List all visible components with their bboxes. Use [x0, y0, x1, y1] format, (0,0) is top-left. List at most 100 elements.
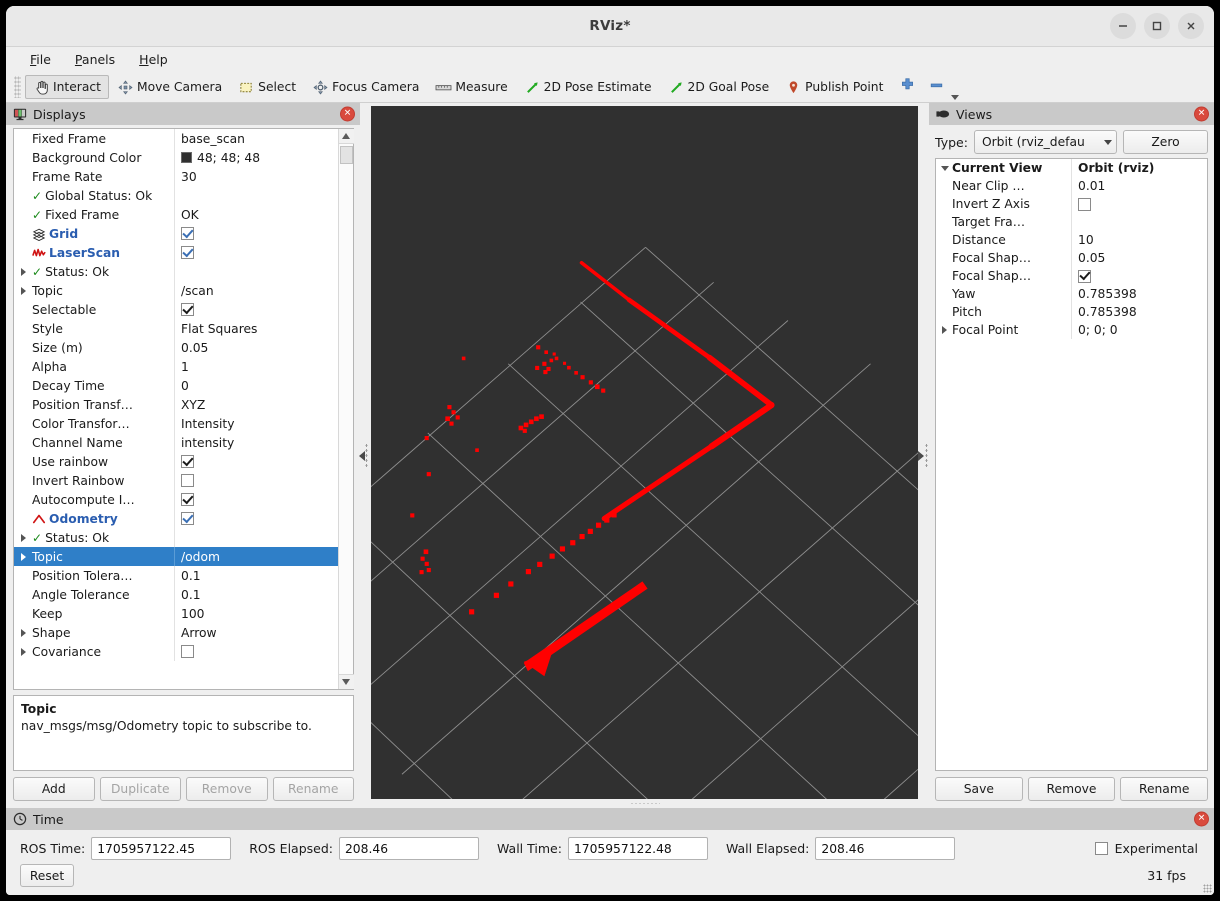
experimental-toggle[interactable]: Experimental [1094, 841, 1198, 856]
display-property-row[interactable]: Grid [14, 224, 338, 243]
display-property-row[interactable]: Use rainbow [14, 452, 338, 471]
display-property-row[interactable]: Angle Tolerance 0.1 [14, 585, 338, 604]
toolbar-grip[interactable] [14, 76, 21, 98]
expand-icon[interactable] [18, 552, 29, 561]
row-checkbox[interactable] [181, 455, 194, 468]
reset-button[interactable]: Reset [20, 864, 74, 887]
menu-help[interactable]: Help [129, 50, 178, 69]
tool-2d-goal-pose[interactable]: 2D Goal Pose [660, 75, 778, 99]
view-type-combobox[interactable]: Orbit (rviz_defau [973, 130, 1117, 154]
row-checkbox[interactable] [1078, 197, 1091, 211]
views-close-icon[interactable]: ✕ [1194, 106, 1209, 122]
view-property-row[interactable]: Focal Point 0; 0; 0 [936, 321, 1207, 339]
view-property-row[interactable]: Focal Shap… [936, 267, 1207, 285]
display-property-row[interactable]: ✓ Global Status: Ok [14, 186, 338, 205]
toolbar-overflow-icon[interactable] [951, 95, 959, 100]
row-checkbox[interactable] [1078, 269, 1091, 283]
display-property-row[interactable]: Keep 100 [14, 604, 338, 623]
scroll-track[interactable] [339, 144, 354, 674]
zero-button[interactable]: Zero [1123, 130, 1208, 154]
displays-scrollbar[interactable] [338, 129, 354, 689]
expand-icon[interactable] [18, 267, 29, 276]
displays-close-icon[interactable]: ✕ [340, 106, 355, 122]
minimize-button[interactable] [1110, 13, 1136, 39]
view-property-row[interactable]: Pitch 0.785398 [936, 303, 1207, 321]
viewport-resize-grip[interactable] [371, 799, 918, 808]
remove-tool-icon[interactable] [928, 77, 945, 97]
display-property-row[interactable]: Size (m) 0.05 [14, 338, 338, 357]
add-tool-icon[interactable] [899, 77, 916, 97]
tool-2d-pose-estimate[interactable]: 2D Pose Estimate [516, 75, 660, 99]
tool-measure[interactable]: Measure [427, 75, 515, 99]
left-splitter[interactable] [358, 103, 371, 808]
wall-elapsed-input[interactable]: 208.46 [815, 837, 956, 860]
ros-time-input[interactable]: 1705957122.45 [91, 837, 232, 860]
display-property-row[interactable]: LaserScan [14, 243, 338, 262]
time-close-icon[interactable]: ✕ [1194, 811, 1209, 827]
display-property-row[interactable]: Topic/scan [14, 281, 338, 300]
3d-render-view[interactable] [371, 106, 918, 799]
display-property-row[interactable]: ✓ Status: Ok [14, 528, 338, 547]
view-property-row[interactable]: Current View Orbit (rviz) [936, 159, 1207, 177]
experimental-checkbox[interactable] [1094, 842, 1108, 855]
view-property-row[interactable]: Distance 10 [936, 231, 1207, 249]
render-canvas[interactable] [371, 106, 918, 799]
ros-elapsed-input[interactable]: 208.46 [338, 837, 479, 860]
right-splitter[interactable] [917, 103, 929, 808]
display-property-row[interactable]: Odometry [14, 509, 338, 528]
close-button[interactable] [1178, 13, 1204, 39]
tool-focus-camera[interactable]: Focus Camera [304, 75, 427, 99]
display-property-row[interactable]: Selectable [14, 300, 338, 319]
view-property-row[interactable]: Target Fra… [936, 213, 1207, 231]
views-tree[interactable]: Current View Orbit (rviz) Near Clip … 0.01 I… [935, 158, 1208, 771]
view-property-row[interactable]: Near Clip … 0.01 [936, 177, 1207, 195]
display-property-row[interactable]: Position Transf… XYZ [14, 395, 338, 414]
tool-publish-point[interactable]: Publish Point [777, 75, 891, 99]
tool-move-camera[interactable]: Move Camera [109, 75, 230, 99]
display-property-row[interactable]: Autocompute I… [14, 490, 338, 509]
scroll-thumb[interactable] [339, 146, 353, 164]
display-property-row[interactable]: Covariance [14, 642, 338, 661]
display-property-row[interactable]: Topic/odom [14, 547, 338, 566]
expand-icon[interactable] [18, 647, 29, 656]
display-property-row[interactable]: Decay Time 0 [14, 376, 338, 395]
tool-select[interactable]: Select [230, 75, 304, 99]
display-property-row[interactable]: Channel Name intensity [14, 433, 338, 452]
row-checkbox[interactable] [181, 512, 194, 525]
display-property-row[interactable]: ✓ Fixed Frame OK [14, 205, 338, 224]
expand-icon[interactable] [939, 326, 950, 334]
maximize-button[interactable] [1144, 13, 1170, 39]
display-property-row[interactable]: Position Tolera… 0.1 [14, 566, 338, 585]
display-property-row[interactable]: Background Color 48; 48; 48 [14, 148, 338, 167]
display-property-row[interactable]: Style Flat Squares [14, 319, 338, 338]
view-property-row[interactable]: Yaw 0.785398 [936, 285, 1207, 303]
display-property-row[interactable]: ✓ Status: Ok [14, 262, 338, 281]
wall-time-input[interactable]: 1705957122.48 [567, 837, 708, 860]
display-property-row[interactable]: Shape Arrow [14, 623, 338, 642]
row-checkbox[interactable] [181, 645, 194, 658]
collapse-icon[interactable] [939, 165, 950, 171]
view-property-row[interactable]: Invert Z Axis [936, 195, 1207, 213]
add-display-button[interactable]: Add [13, 777, 95, 801]
display-property-row[interactable]: Alpha 1 [14, 357, 338, 376]
remove-view-button[interactable]: Remove [1027, 777, 1116, 801]
displays-tree[interactable]: Fixed Frame base_scan Background Color 48; … [14, 129, 338, 689]
display-property-row[interactable]: Fixed Frame base_scan [14, 129, 338, 148]
expand-icon[interactable] [18, 533, 29, 542]
display-property-row[interactable]: Invert Rainbow [14, 471, 338, 490]
row-checkbox[interactable] [181, 227, 194, 240]
expand-icon[interactable] [18, 286, 29, 295]
collapse-right-icon[interactable] [917, 450, 924, 461]
view-property-row[interactable]: Focal Shap… 0.05 [936, 249, 1207, 267]
window-resize-grip[interactable] [1203, 884, 1212, 893]
row-checkbox[interactable] [181, 474, 194, 487]
save-view-button[interactable]: Save [935, 777, 1023, 801]
rename-view-button[interactable]: Rename [1120, 777, 1209, 801]
row-checkbox[interactable] [181, 493, 194, 506]
menu-file[interactable]: File [20, 50, 61, 69]
row-checkbox[interactable] [181, 303, 194, 316]
display-property-row[interactable]: Color Transfor… Intensity [14, 414, 338, 433]
expand-icon[interactable] [18, 628, 29, 637]
tool-interact[interactable]: Interact [25, 75, 109, 99]
row-checkbox[interactable] [181, 246, 194, 259]
